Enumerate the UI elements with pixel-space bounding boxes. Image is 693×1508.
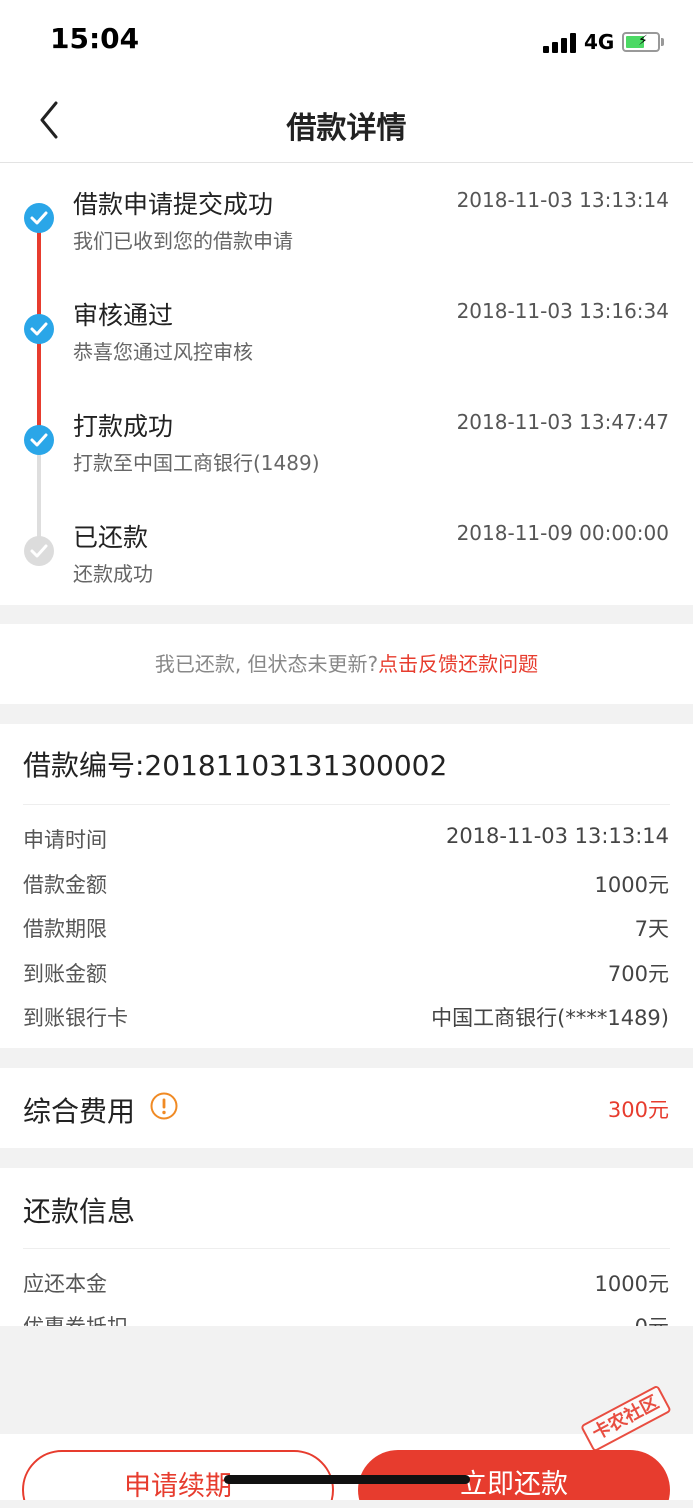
info-row: 应还本金 1000元 <box>23 1268 669 1298</box>
battery-tip <box>661 38 664 46</box>
info-key: 到账银行卡 <box>23 1006 128 1030</box>
repayment-info-card: 还款信息 应还本金 1000元 优惠券抵扣 0元 <box>0 1168 693 1326</box>
background-gap <box>0 1326 693 1434</box>
info-value: 中国工商银行(****1489) <box>431 1006 669 1030</box>
divider <box>23 804 670 805</box>
info-row: 到账银行卡 中国工商银行(****1489) <box>23 1002 669 1032</box>
check-icon <box>24 314 54 344</box>
step-title: 审核通过 <box>73 301 174 330</box>
step-title: 借款申请提交成功 <box>73 190 274 219</box>
info-value: 1000元 <box>594 873 669 897</box>
info-key: 应还本金 <box>23 1272 107 1296</box>
info-row: 到账金额 700元 <box>23 958 669 988</box>
step-desc: 我们已收到您的借款申请 <box>73 229 293 253</box>
loan-number: 借款编号:20181103131300002 <box>23 749 448 782</box>
info-value: 7天 <box>634 917 669 941</box>
battery-icon: ⚡ <box>622 32 660 52</box>
info-row: 优惠券抵扣 0元 <box>23 1311 669 1326</box>
divider <box>23 1248 670 1249</box>
status-time: 15:04 <box>50 22 140 55</box>
info-key: 借款金额 <box>23 873 107 897</box>
nav-bar: 借款详情 <box>0 85 693 163</box>
cellular-signal-icon <box>543 33 577 53</box>
check-icon <box>24 203 54 233</box>
status-bar: 15:04 4G ⚡ <box>0 0 693 85</box>
loan-progress-timeline: 借款申请提交成功 我们已收到您的借款申请 2018-11-03 13:13:14… <box>0 163 693 605</box>
pending-check-icon <box>24 536 54 566</box>
info-value: 2018-11-03 13:13:14 <box>445 824 669 848</box>
info-row: 申请时间 2018-11-03 13:13:14 <box>23 824 669 854</box>
step-desc: 恭喜您通过风控审核 <box>73 340 253 364</box>
info-row: 借款期限 7天 <box>23 913 669 943</box>
info-row: 借款金额 1000元 <box>23 869 669 899</box>
repayment-info-title: 还款信息 <box>23 1195 136 1228</box>
step-time: 2018-11-03 13:47:47 <box>456 410 669 434</box>
info-value: 1000元 <box>594 1272 669 1296</box>
loan-info-card: 借款编号:20181103131300002 申请时间 2018-11-03 1… <box>0 724 693 1048</box>
info-value: 700元 <box>607 962 669 986</box>
home-indicator <box>224 1475 470 1484</box>
fee-row: 综合费用 300元 <box>0 1068 693 1148</box>
step-desc: 还款成功 <box>73 562 153 586</box>
page-title: 借款详情 <box>286 111 407 146</box>
info-key: 优惠券抵扣 <box>23 1311 128 1326</box>
info-key: 借款期限 <box>23 917 107 941</box>
info-warning-icon[interactable] <box>150 1092 178 1120</box>
step-desc: 打款至中国工商银行(1489) <box>73 451 320 475</box>
step-title: 打款成功 <box>73 412 174 441</box>
feedback-link[interactable]: 点击反馈还款问题 <box>378 652 538 676</box>
feedback-text: 我已还款, 但状态未更新? <box>154 652 379 676</box>
repayment-feedback-bar: 我已还款, 但状态未更新?点击反馈还款问题 <box>0 624 693 704</box>
fee-amount: 300元 <box>607 1098 669 1122</box>
step-time: 2018-11-03 13:13:14 <box>456 188 669 212</box>
step-time: 2018-11-09 00:00:00 <box>456 521 669 545</box>
info-key: 到账金额 <box>23 962 107 986</box>
info-value: 0元 <box>635 1311 669 1326</box>
info-key: 申请时间 <box>23 828 107 852</box>
network-type: 4G <box>584 30 615 54</box>
timeline-line-pending <box>37 440 41 548</box>
fee-label: 综合费用 <box>23 1095 136 1128</box>
check-icon <box>24 425 54 455</box>
step-title: 已还款 <box>73 523 149 552</box>
step-time: 2018-11-03 13:16:34 <box>456 299 669 323</box>
